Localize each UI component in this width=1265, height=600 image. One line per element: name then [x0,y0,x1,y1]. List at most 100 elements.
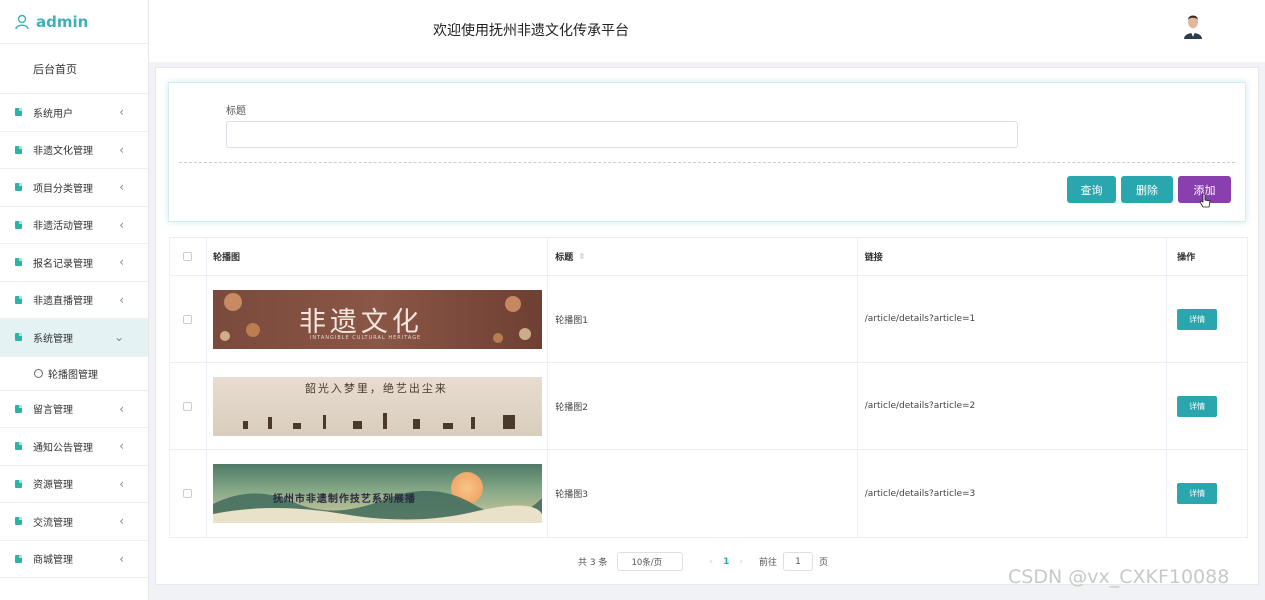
page-size-select[interactable]: 10条/页 [617,552,684,571]
title-cell: 轮播图3 [548,450,858,537]
detail-button[interactable]: 详情 [1177,395,1218,417]
detail-button[interactable]: 详情 [1177,308,1218,330]
sidebar-item-label: 报名记录管理 [33,258,93,270]
chevron-down-icon: ⌄ [113,330,124,345]
search-panel: 标题 查询 删除 添加 [168,82,1246,222]
actions-cell: 详情 [1167,450,1247,537]
sidebar-item-label: 系统用户 [33,108,73,120]
document-icon [15,404,22,413]
chevron-left-icon: ‹ [119,551,124,566]
goto-page-input[interactable]: 1 [782,552,813,571]
sidebar-item-label: 通知公告管理 [33,442,93,454]
sidebar-subitem-carousel[interactable]: 轮播图管理 [0,357,148,391]
avatar[interactable] [1181,11,1205,39]
banner-cell: 抚州市非遗制作技艺系列展播 [207,450,549,537]
total-count: 共 3 条 [578,558,608,568]
divider [179,162,1235,163]
sidebar-item-notices[interactable]: 通知公告管理 ‹ [0,428,148,466]
banner-image: 抚州市非遗制作技艺系列展播 [212,464,542,523]
delete-button[interactable]: 删除 [1121,176,1173,203]
sidebar-item-mall[interactable]: 商城管理 ‹ [0,541,148,578]
header-title-label: 标题 [555,253,574,263]
chevron-left-icon: ‹ [119,514,124,529]
select-all-checkbox[interactable] [183,252,193,261]
goto-label: 前往 [758,558,777,568]
document-icon [15,554,22,563]
sidebar-item-exchange[interactable]: 交流管理 ‹ [0,503,148,541]
table-row: 韶光入梦里，绝艺出尘来 轮播图2 /article/details?articl… [170,363,1247,450]
banner-subtitle: INTANGIBLE CULTURAL HERITAGE [309,334,422,341]
sidebar-item-label: 非遗活动管理 [33,221,93,233]
carousel-table: 轮播图 标题 ⇳ 链接 操作 非遗文化 INTANGIBLE CULTURAL … [169,237,1248,538]
prev-page-icon[interactable]: ‹ [709,557,713,567]
sidebar-item-label: 非遗直播管理 [33,296,93,308]
chevron-left-icon: ‹ [119,439,124,454]
document-icon [15,145,22,154]
sidebar-item-resources[interactable]: 资源管理 ‹ [0,466,148,503]
banner-title: 抚州市非遗制作技艺系列展播 [272,494,416,505]
title-cell: 轮播图1 [548,276,858,362]
table-header: 轮播图 标题 ⇳ 链接 操作 [170,238,1247,276]
sidebar-item-messages[interactable]: 留言管理 ‹ [0,391,148,428]
sidebar-item-label: 项目分类管理 [33,183,93,195]
brand-name: admin [36,12,89,31]
chevron-left-icon: ‹ [119,476,124,491]
sidebar-item-label: 商城管理 [33,555,73,567]
banner-image: 非遗文化 INTANGIBLE CULTURAL HERITAGE [212,289,542,349]
link-cell: /article/details?article=3 [858,450,1168,537]
main-panel: 标题 查询 删除 添加 轮播图 标题 ⇳ 链接 操作 非遗文化 INTANGIB… [155,67,1259,585]
sidebar-item-system-users[interactable]: 系统用户 ‹ [0,94,148,132]
link-cell: /article/details?article=2 [858,363,1168,449]
sidebar-item-heritage-culture[interactable]: 非遗文化管理 ‹ [0,132,148,169]
chevron-left-icon: ‹ [119,180,124,195]
sidebar-item-heritage-activity[interactable]: 非遗活动管理 ‹ [0,207,148,244]
document-icon [15,108,22,117]
watermark: CSDN @vx_CXKF10088 [1008,566,1230,588]
actions-cell: 详情 [1167,276,1247,362]
sidebar-item-project-category[interactable]: 项目分类管理 ‹ [0,169,148,207]
document-icon [15,442,22,451]
banner-title: 非遗文化 [298,306,423,338]
chevron-left-icon: ‹ [119,217,124,232]
sidebar-item-home[interactable]: 后台首页 [0,44,148,94]
row-checkbox[interactable] [183,401,193,411]
row-checkbox[interactable] [183,489,193,498]
document-icon [15,479,22,488]
chevron-left-icon: ‹ [119,105,124,120]
document-icon [15,258,22,267]
row-select-cell [170,450,207,537]
circle-icon [34,368,43,378]
page-title: 欢迎使用抚州非遗文化传承平台 [433,23,629,39]
detail-button[interactable]: 详情 [1177,483,1218,504]
header-link: 链接 [858,238,1168,275]
title-filter-label: 标题 [226,106,246,117]
chevron-left-icon: ‹ [119,142,124,157]
banner-cell: 韶光入梦里，绝艺出尘来 [207,363,549,449]
document-icon [15,333,22,342]
query-button[interactable]: 查询 [1067,176,1116,203]
sidebar-item-label: 非遗文化管理 [33,146,93,158]
sort-icon[interactable]: ⇳ [578,252,585,261]
row-select-cell [170,276,207,362]
header-title[interactable]: 标题 ⇳ [548,238,858,275]
chevron-left-icon: ‹ [119,401,124,416]
brand: admin [0,0,148,44]
row-checkbox[interactable] [183,314,193,324]
sidebar-item-registration[interactable]: 报名记录管理 ‹ [0,244,148,282]
sidebar-item-live[interactable]: 非遗直播管理 ‹ [0,282,148,319]
current-page[interactable]: 1 [723,557,729,567]
user-icon [15,14,29,29]
chevron-left-icon: ‹ [119,292,124,307]
sidebar-item-label: 留言管理 [33,405,73,417]
select-all-cell [170,238,207,275]
sidebar-subitem-label: 轮播图管理 [48,369,98,381]
sidebar-item-system-management[interactable]: 系统管理 ⌄ [0,319,148,357]
header-image: 轮播图 [207,238,549,275]
title-search-input[interactable] [226,121,1018,148]
sidebar-item-label: 交流管理 [33,517,73,529]
sidebar-item-label: 资源管理 [33,480,73,492]
header: 欢迎使用抚州非遗文化传承平台 [149,0,1265,62]
next-page-icon[interactable]: › [739,557,743,567]
page-unit-label: 页 [818,558,828,568]
table-row: 非遗文化 INTANGIBLE CULTURAL HERITAGE 轮播图1 /… [170,276,1247,363]
